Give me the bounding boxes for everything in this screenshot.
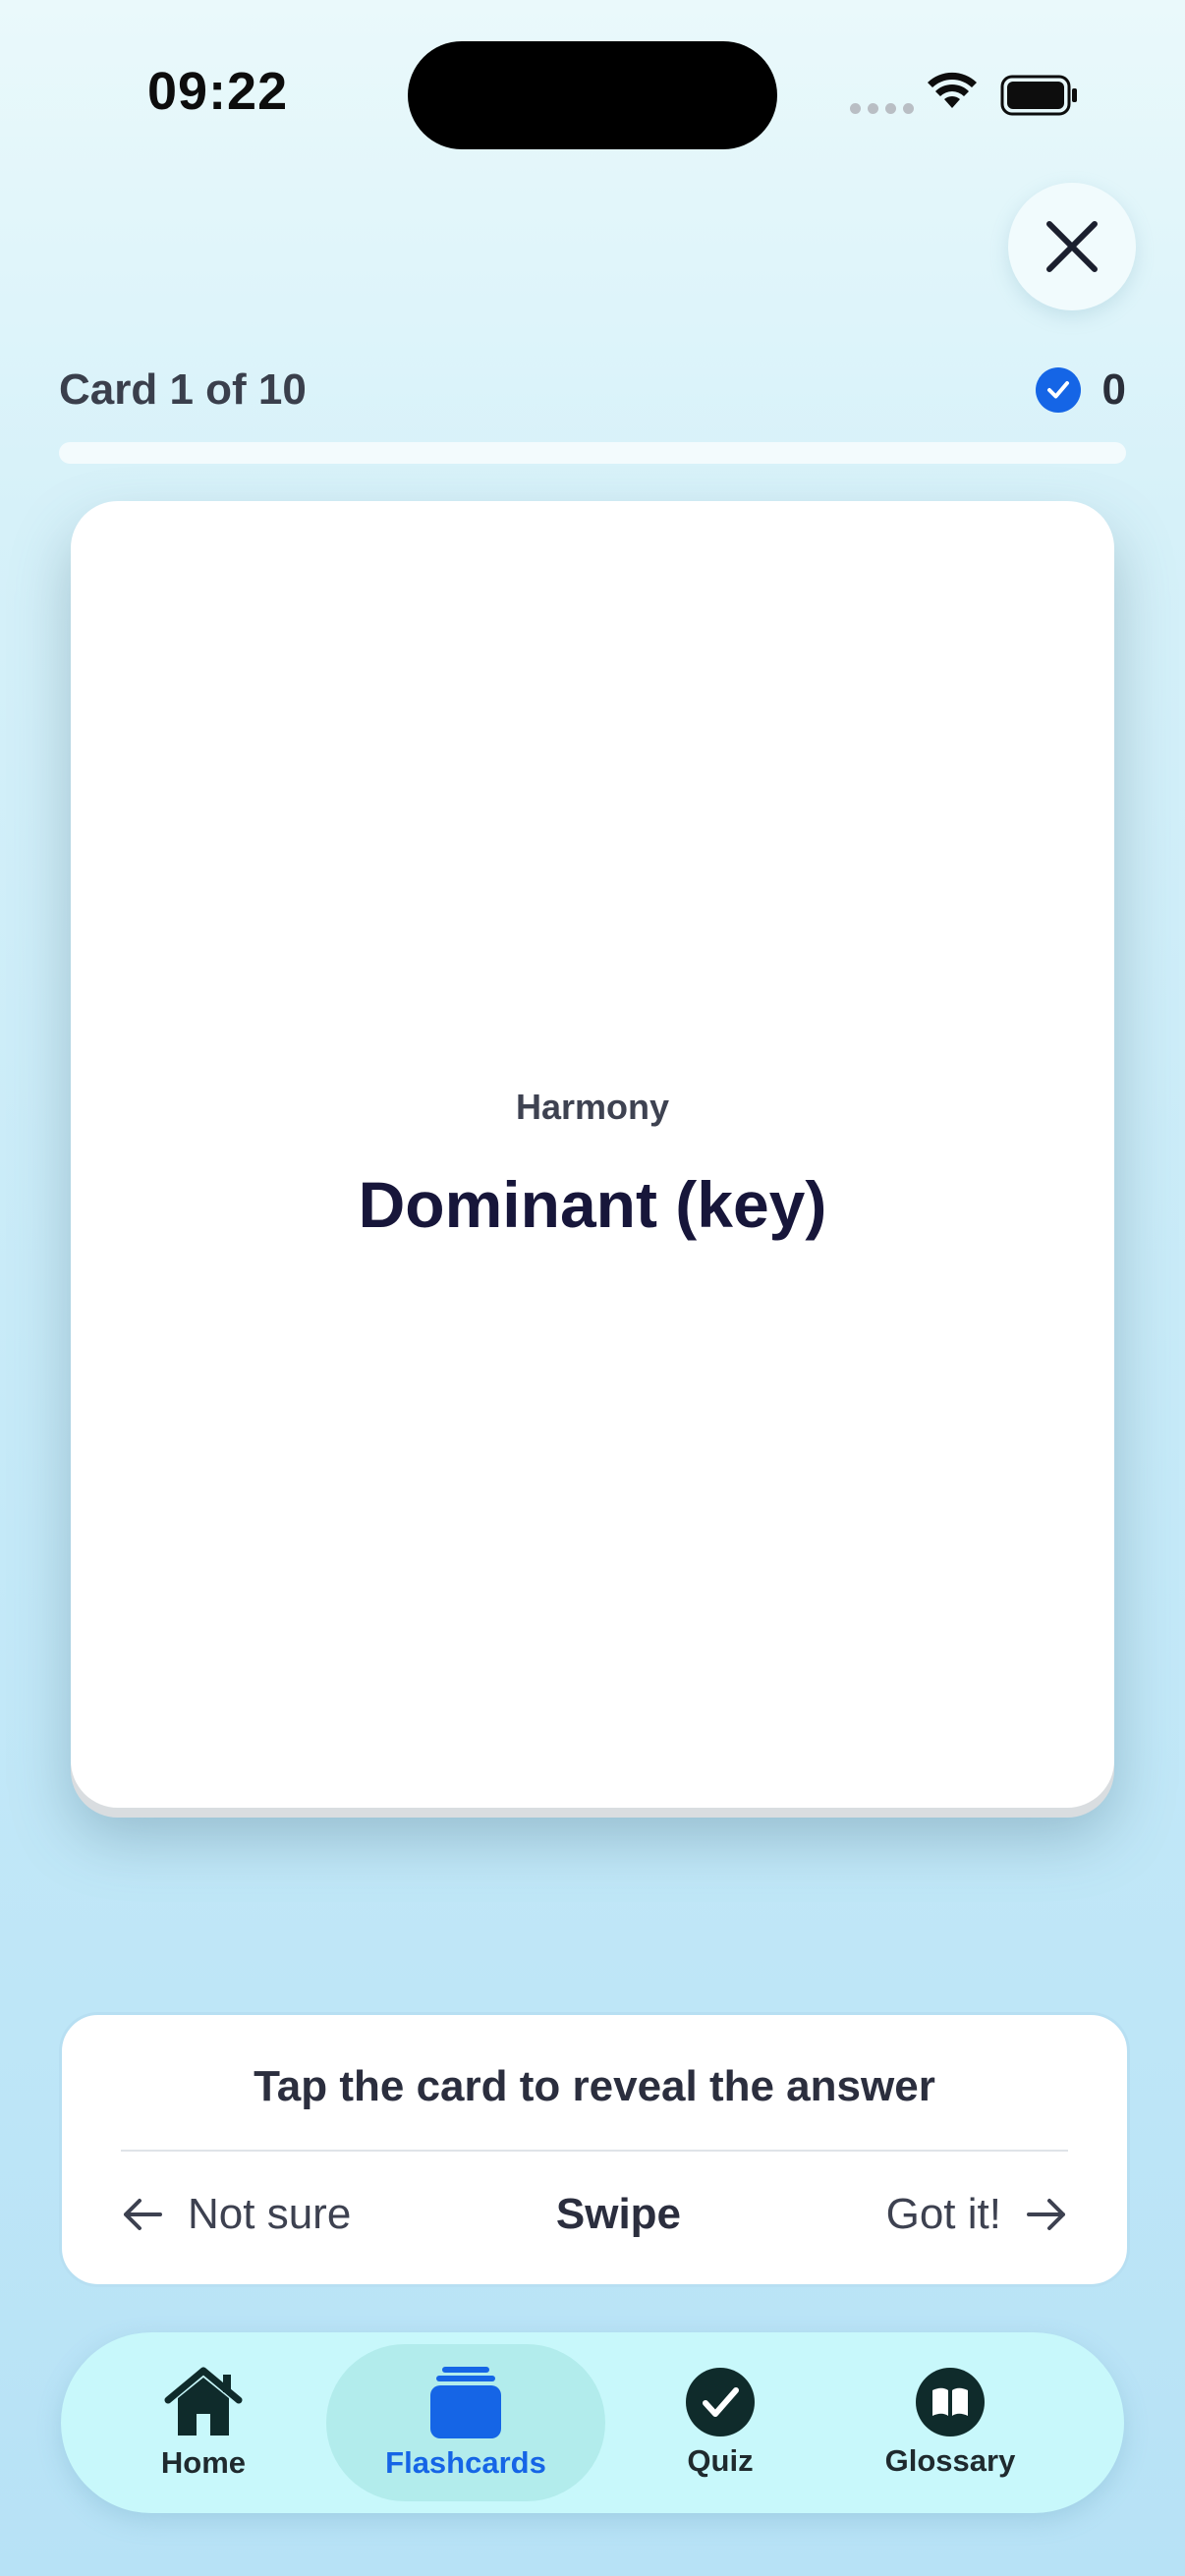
correct-score: 0 (1035, 365, 1126, 415)
bottom-nav: Home Flashcards Quiz Glossary (61, 2332, 1124, 2513)
nav-label-quiz: Quiz (687, 2443, 754, 2478)
arrow-left-icon (124, 2199, 162, 2230)
nav-item-quiz[interactable]: Quiz (647, 2344, 794, 2501)
nav-item-glossary[interactable]: Glossary (876, 2344, 1024, 2501)
nav-label-flashcards: Flashcards (385, 2445, 546, 2480)
cellular-signal-icon (850, 103, 914, 114)
home-icon (164, 2367, 243, 2436)
arrow-right-icon (1026, 2199, 1065, 2230)
divider (121, 2150, 1068, 2152)
nav-label-home: Home (160, 2445, 247, 2480)
nav-item-flashcards[interactable]: Flashcards (326, 2344, 605, 2501)
dynamic-island (408, 41, 777, 149)
wifi-icon (926, 71, 979, 115)
close-icon (1046, 221, 1098, 272)
book-icon (916, 2368, 985, 2436)
status-time: 09:22 (147, 62, 289, 121)
instruction-panel: Tap the card to reveal the answer Not su… (59, 2012, 1130, 2287)
not-sure-label: Not sure (188, 2190, 352, 2238)
card-counter: Card 1 of 10 (59, 365, 307, 414)
flashcards-icon (430, 2367, 501, 2438)
got-it-hint[interactable]: Got it! (886, 2190, 1068, 2239)
close-button[interactable] (1008, 183, 1136, 310)
check-badge-icon (1035, 367, 1081, 413)
nav-label-glossary: Glossary (884, 2443, 1016, 2478)
battery-icon (1000, 75, 1079, 121)
got-it-label: Got it! (885, 2190, 1001, 2238)
swipe-label: Swipe (555, 2190, 682, 2238)
check-circle-icon (686, 2368, 755, 2436)
swipe-hint-row: Not sure Swipe Got it! (121, 2180, 1068, 2249)
flashcard[interactable]: Harmony Dominant (key) (71, 501, 1114, 1808)
card-category: Harmony (515, 1087, 670, 1127)
progress-bar (59, 442, 1126, 464)
not-sure-hint[interactable]: Not sure (121, 2190, 351, 2239)
instruction-title: Tap the card to reveal the answer (254, 2062, 935, 2110)
card-term: Dominant (key) (358, 1168, 827, 1241)
nav-item-home[interactable]: Home (130, 2344, 277, 2501)
correct-count: 0 (1101, 365, 1126, 414)
